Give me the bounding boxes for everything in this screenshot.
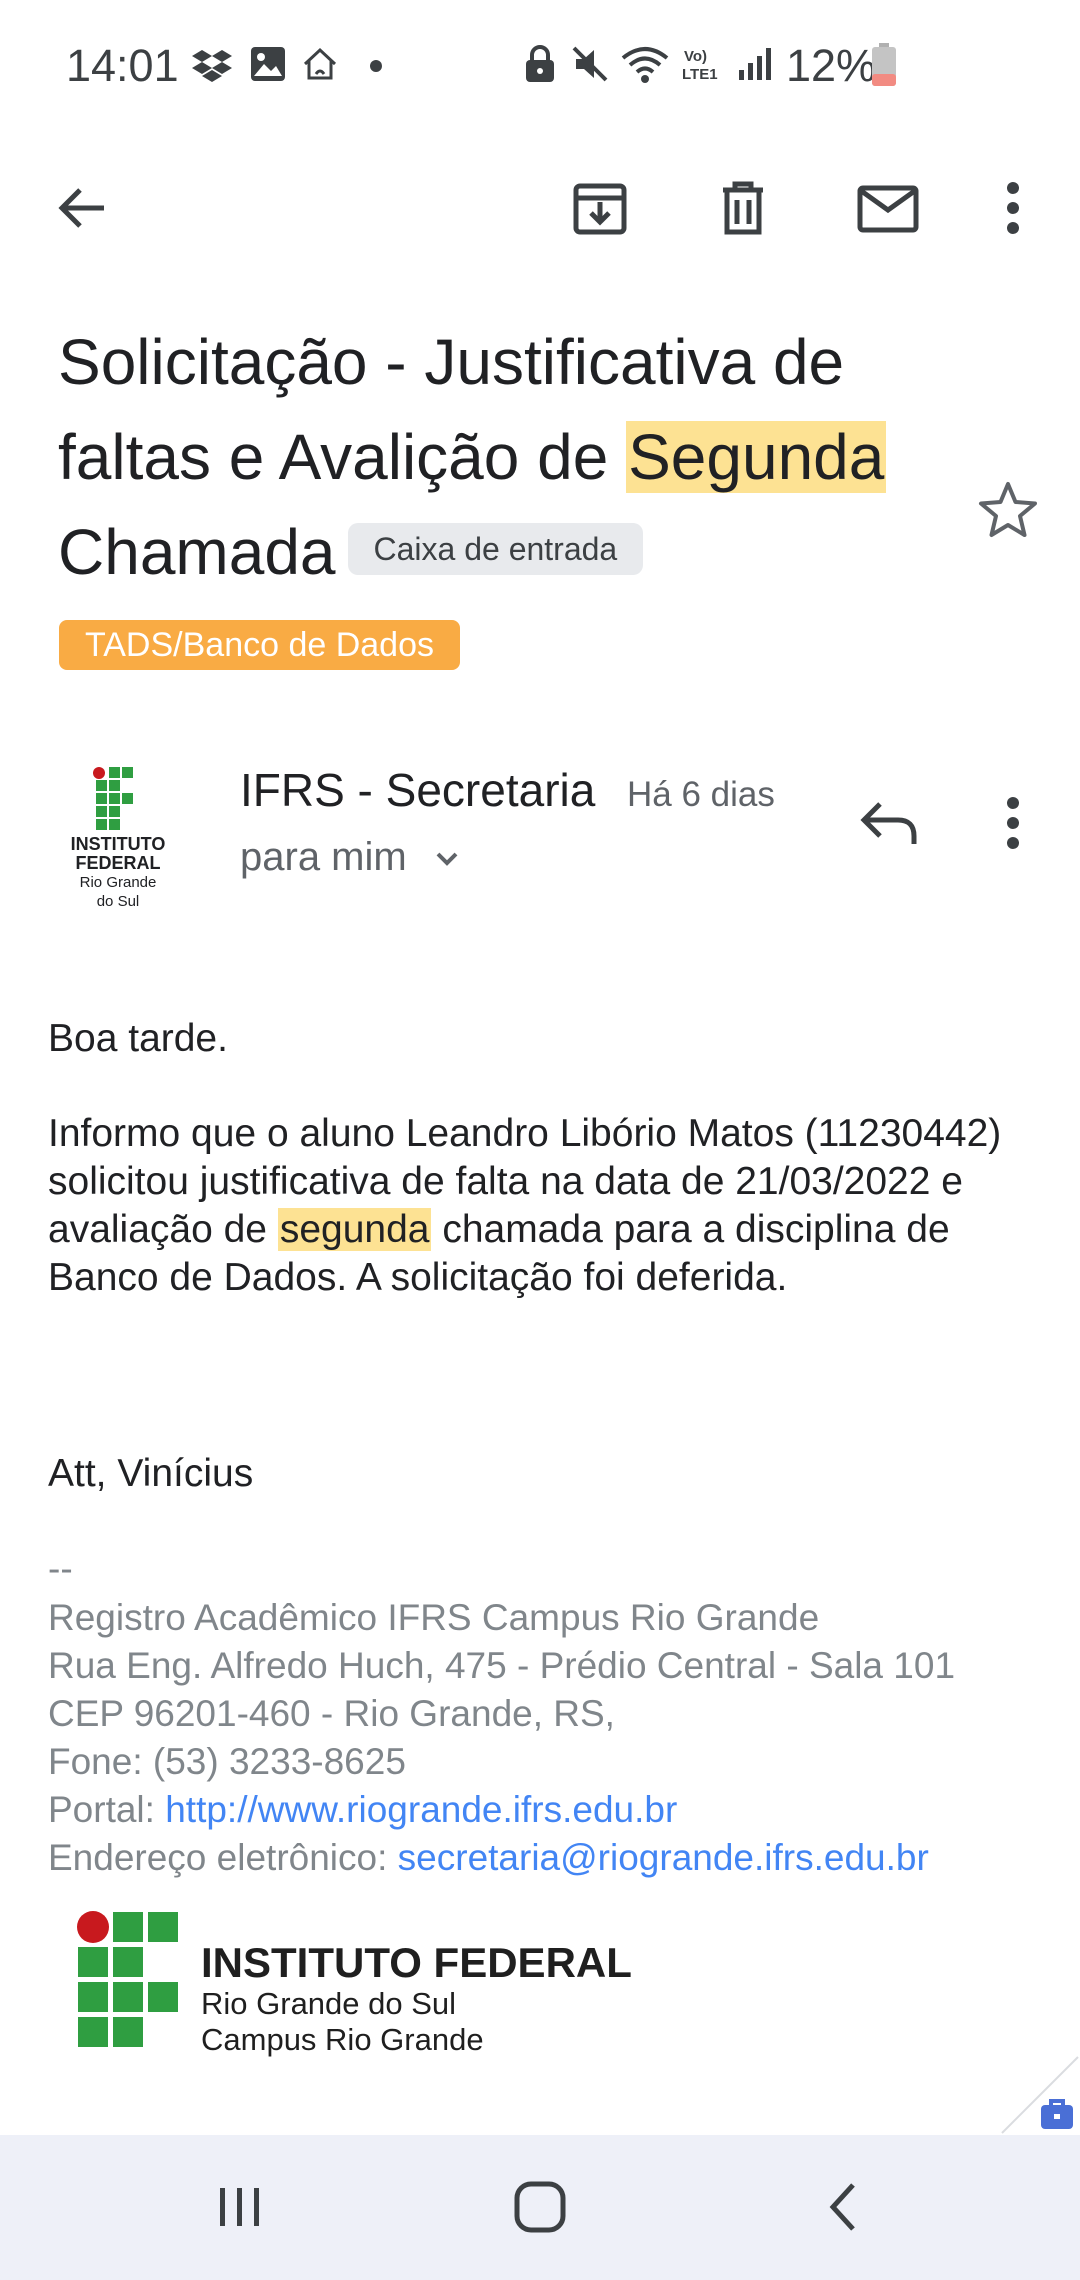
email-label: Endereço eletrônico: (48, 1837, 398, 1878)
message-more-button[interactable] (965, 775, 1061, 871)
delete-button[interactable] (695, 160, 791, 256)
body-paragraph: Informo que o aluno Leandro Libório Mato… (48, 1110, 1038, 1302)
battery-icon (872, 43, 896, 86)
back-button[interactable] (34, 160, 130, 256)
archive-button[interactable] (552, 160, 648, 256)
star-button[interactable] (968, 470, 1048, 550)
signature-line: Fone: (53) 3233-8625 (48, 1741, 406, 1782)
footer-logo-text: INSTITUTO FEDERAL Rio Grande do Sul Camp… (201, 1940, 632, 2058)
more-vert-icon (1007, 797, 1019, 849)
greeting: Boa tarde. (48, 1017, 228, 1060)
work-briefcase-icon (1041, 2099, 1073, 2129)
logo-line-3: Rio Grande (79, 874, 157, 891)
dot-icon (370, 60, 382, 72)
sender-avatar[interactable]: INSTITUTO FEDERAL Rio Grande do Sul (58, 755, 188, 915)
mail-unread-icon (857, 185, 919, 233)
star-icon (979, 482, 1037, 537)
recipient-toggle[interactable]: para mim (240, 835, 464, 880)
navigation-bar (0, 2135, 1080, 2280)
signature-separator: -- (48, 1548, 73, 1589)
recent-apps-icon (220, 2188, 259, 2226)
svg-text:LTE1: LTE1 (682, 66, 718, 83)
signature-line: CEP 96201-460 - Rio Grande, RS, (48, 1693, 615, 1734)
battery-percentage: 12% (786, 40, 877, 91)
dropbox-icon (192, 50, 232, 82)
footer-logo-line-1: INSTITUTO FEDERAL (201, 1939, 632, 1986)
recipient-text: para mim (240, 835, 407, 879)
back-nav-button[interactable] (793, 2157, 893, 2257)
signal-icon (739, 48, 771, 80)
lock-icon (526, 45, 554, 82)
home-button[interactable] (490, 2157, 590, 2257)
more-vert-icon (1007, 182, 1019, 234)
subject-highlight: Segunda (626, 421, 887, 493)
back-arrow-icon (58, 188, 104, 228)
sender-name: IFRS - Secretaria (240, 764, 596, 816)
logo-line-1: INSTITUTO (70, 834, 166, 854)
footer-logo-line-2: Rio Grande do Sul (201, 1986, 457, 2021)
wifi-icon (621, 47, 669, 83)
closing: Att, Vinícius (48, 1452, 254, 1495)
sender-logo-text: INSTITUTO FEDERAL Rio Grande do Sul (58, 835, 178, 911)
body-highlight: segunda (277, 1208, 432, 1251)
signature-email: Endereço eletrônico: secretaria@riogrand… (48, 1834, 929, 1882)
mute-icon (572, 46, 608, 82)
email-link[interactable]: secretaria@riogrande.ifrs.edu.br (398, 1837, 929, 1878)
recent-apps-button[interactable] (190, 2157, 290, 2257)
archive-icon (573, 183, 627, 235)
inbox-label-chip[interactable]: Caixa de entrada (347, 523, 644, 576)
sent-time: Há 6 dias (627, 775, 775, 814)
reply-button[interactable] (840, 775, 936, 871)
ifrs-logo-icon (77, 1911, 178, 2047)
mark-unread-button[interactable] (840, 160, 936, 256)
signature-portal: Portal: http://www.riogrande.ifrs.edu.br (48, 1786, 677, 1834)
logo-line-2: FEDERAL (75, 853, 161, 873)
subject-text-end: Chamada (58, 516, 336, 588)
delete-icon (723, 181, 763, 235)
email-subject: Solicitação - Justificativa de faltas e … (58, 315, 938, 600)
footer-logo-line-3: Campus Rio Grande (201, 2022, 484, 2057)
home-button-icon (514, 2181, 566, 2233)
back-nav-icon (829, 2183, 855, 2231)
status-time: 14:01 (66, 40, 179, 91)
logo-line-4: do Sul (96, 893, 140, 910)
svg-text:Vo): Vo) (684, 48, 707, 65)
volte-lte-icon: Vo) LTE1 (682, 48, 718, 83)
status-bar: 14:01 Vo) LTE1 12% (0, 0, 1080, 135)
more-options-button[interactable] (965, 160, 1061, 256)
portal-link[interactable]: http://www.riogrande.ifrs.edu.br (165, 1789, 677, 1830)
home-icon (303, 47, 337, 80)
signature-line: Rua Eng. Alfredo Huch, 475 - Prédio Cent… (48, 1645, 956, 1686)
reply-icon (860, 802, 917, 844)
chevron-down-icon (436, 853, 458, 867)
category-label-chip[interactable]: TADS/Banco de Dados (59, 620, 460, 670)
gallery-icon (251, 47, 285, 81)
portal-label: Portal: (48, 1789, 166, 1830)
signature-line: Registro Acadêmico IFRS Campus Rio Grand… (48, 1597, 820, 1638)
